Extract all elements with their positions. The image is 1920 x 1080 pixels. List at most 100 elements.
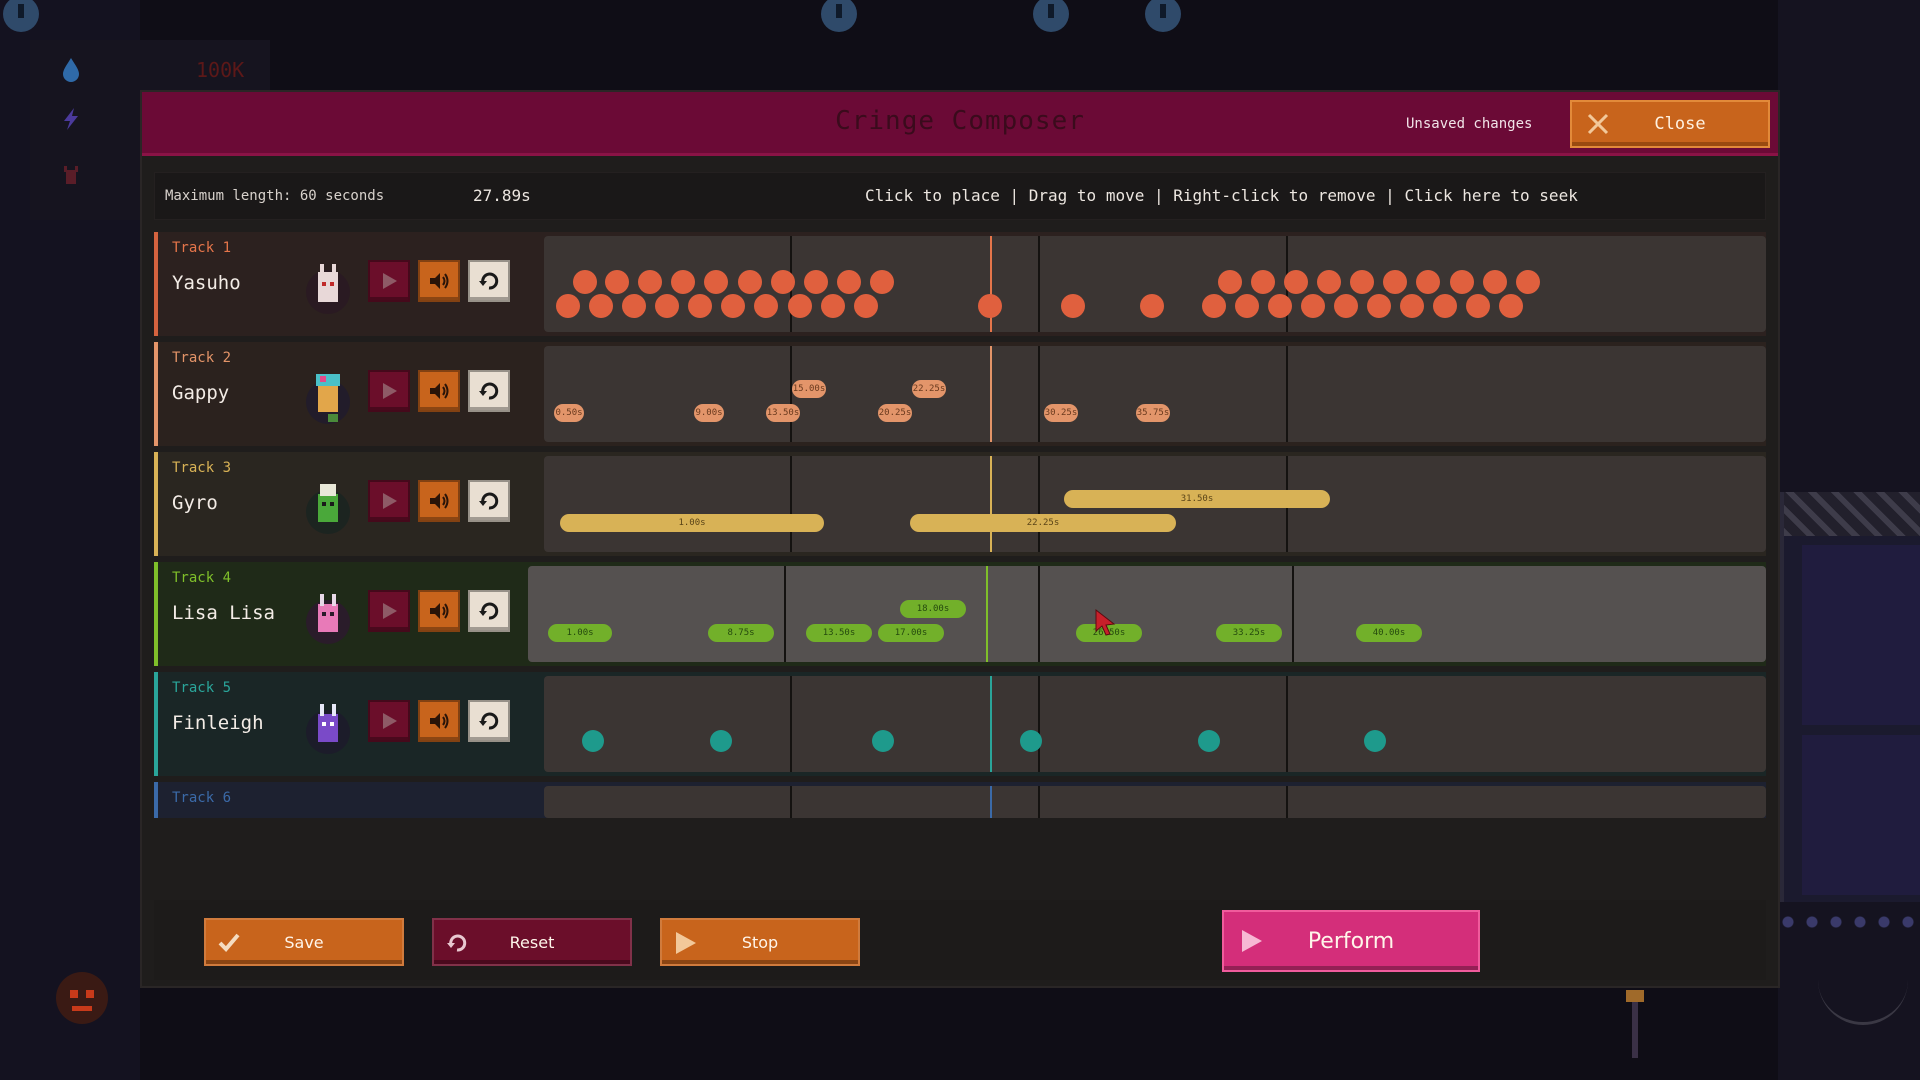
note-dot[interactable] [605, 270, 629, 294]
note-dot[interactable] [1061, 294, 1085, 318]
note-dot[interactable] [1202, 294, 1226, 318]
note-clip[interactable]: 1.00s [548, 624, 612, 642]
note-clip[interactable]: 15.00s [792, 380, 826, 398]
note-dot[interactable] [573, 270, 597, 294]
note-clip[interactable]: 31.50s [1064, 490, 1330, 508]
note-dot[interactable] [1416, 270, 1440, 294]
timeline-lane[interactable]: 1.00s 8.75s 13.50s 17.00s 18.00s 26.50s … [528, 566, 1766, 662]
note-dot[interactable] [704, 270, 728, 294]
note-dot[interactable] [1334, 294, 1358, 318]
note-dot[interactable] [710, 730, 732, 752]
seek-hint[interactable]: Click to place | Drag to move | Right-cl… [865, 186, 1578, 205]
timeline-lane[interactable] [544, 236, 1766, 332]
note-dot[interactable] [1218, 270, 1242, 294]
note-dot[interactable] [1433, 294, 1457, 318]
play-button[interactable] [368, 480, 410, 522]
note-clip[interactable]: 13.50s [766, 404, 800, 422]
play-icon [676, 932, 696, 954]
loop-button[interactable] [468, 260, 510, 302]
note-dot[interactable] [1367, 294, 1391, 318]
speaker-icon [430, 603, 449, 619]
perform-button[interactable]: Perform [1222, 910, 1480, 972]
play-button[interactable] [368, 370, 410, 412]
note-dot[interactable] [1466, 294, 1490, 318]
stop-button[interactable]: Stop [660, 918, 860, 966]
volume-button[interactable] [418, 700, 460, 742]
note-clip[interactable]: 20.25s [878, 404, 912, 422]
note-clip[interactable]: 22.25s [912, 380, 946, 398]
note-dot[interactable] [1350, 270, 1374, 294]
volume-button[interactable] [418, 480, 460, 522]
reset-button[interactable]: Reset [432, 918, 632, 966]
timeline-lane[interactable]: 0.50s 9.00s 13.50s 15.00s 20.25s 22.25s … [544, 346, 1766, 442]
note-clip[interactable]: 40.00s [1356, 624, 1422, 642]
volume-button[interactable] [418, 370, 460, 412]
note-dot[interactable] [804, 270, 828, 294]
track-row: Track 4 Lisa Lisa 1.00s 8.75s 13.50s 17.… [154, 562, 1766, 666]
loop-button[interactable] [468, 370, 510, 412]
volume-button[interactable] [418, 590, 460, 632]
note-dot[interactable] [788, 294, 812, 318]
note-dot[interactable] [1516, 270, 1540, 294]
note-dot[interactable] [754, 294, 778, 318]
note-dot[interactable] [688, 294, 712, 318]
note-dot[interactable] [1383, 270, 1407, 294]
note-dot[interactable] [738, 270, 762, 294]
volume-button[interactable] [418, 260, 460, 302]
note-clip[interactable]: 30.25s [1044, 404, 1078, 422]
close-button[interactable]: Close [1570, 100, 1770, 148]
note-clip[interactable]: 18.00s [900, 600, 966, 618]
note-dot[interactable] [622, 294, 646, 318]
note-clip[interactable]: 22.25s [910, 514, 1176, 532]
note-clip[interactable]: 33.25s [1216, 624, 1282, 642]
note-clip[interactable]: 17.00s [878, 624, 944, 642]
timeline-info-bar[interactable]: Maximum length: 60 seconds 27.89s Click … [154, 172, 1766, 220]
loop-button[interactable] [468, 480, 510, 522]
note-dot[interactable] [1198, 730, 1220, 752]
note-clip[interactable]: 8.75s [708, 624, 774, 642]
note-dot[interactable] [1301, 294, 1325, 318]
note-clip[interactable]: 13.50s [806, 624, 872, 642]
timeline-lane[interactable] [544, 676, 1766, 772]
note-dot[interactable] [1317, 270, 1341, 294]
loop-button[interactable] [468, 700, 510, 742]
note-dot[interactable] [1284, 270, 1308, 294]
note-dot[interactable] [854, 294, 878, 318]
note-clip[interactable]: 1.00s [560, 514, 824, 532]
note-dot[interactable] [1499, 294, 1523, 318]
note-clip[interactable]: 9.00s [694, 404, 724, 422]
note-dot[interactable] [978, 294, 1002, 318]
note-dot[interactable] [556, 294, 580, 318]
note-dot[interactable] [1364, 730, 1386, 752]
play-button[interactable] [368, 260, 410, 302]
note-dot[interactable] [821, 294, 845, 318]
note-dot[interactable] [1251, 270, 1275, 294]
note-dot[interactable] [837, 270, 861, 294]
note-clip[interactable]: 35.75s [1136, 404, 1170, 422]
note-dot[interactable] [582, 730, 604, 752]
note-dot[interactable] [1235, 294, 1259, 318]
note-dot[interactable] [872, 730, 894, 752]
note-dot[interactable] [589, 294, 613, 318]
note-dot[interactable] [1020, 730, 1042, 752]
note-dot[interactable] [1140, 294, 1164, 318]
lightning-icon [64, 108, 78, 130]
note-dot[interactable] [870, 270, 894, 294]
play-button[interactable] [368, 700, 410, 742]
ceiling-gem-icon [821, 0, 857, 32]
timeline-lane[interactable] [544, 786, 1766, 818]
loop-button[interactable] [468, 590, 510, 632]
note-dot[interactable] [1450, 270, 1474, 294]
note-dot[interactable] [638, 270, 662, 294]
note-clip[interactable]: 0.50s [554, 404, 584, 422]
note-dot[interactable] [655, 294, 679, 318]
note-dot[interactable] [1268, 294, 1292, 318]
timeline-lane[interactable]: 1.00s 22.25s 31.50s [544, 456, 1766, 552]
note-dot[interactable] [721, 294, 745, 318]
play-button[interactable] [368, 590, 410, 632]
save-button[interactable]: Save [204, 918, 404, 966]
note-dot[interactable] [771, 270, 795, 294]
note-dot[interactable] [1400, 294, 1424, 318]
note-dot[interactable] [1483, 270, 1507, 294]
note-dot[interactable] [671, 270, 695, 294]
